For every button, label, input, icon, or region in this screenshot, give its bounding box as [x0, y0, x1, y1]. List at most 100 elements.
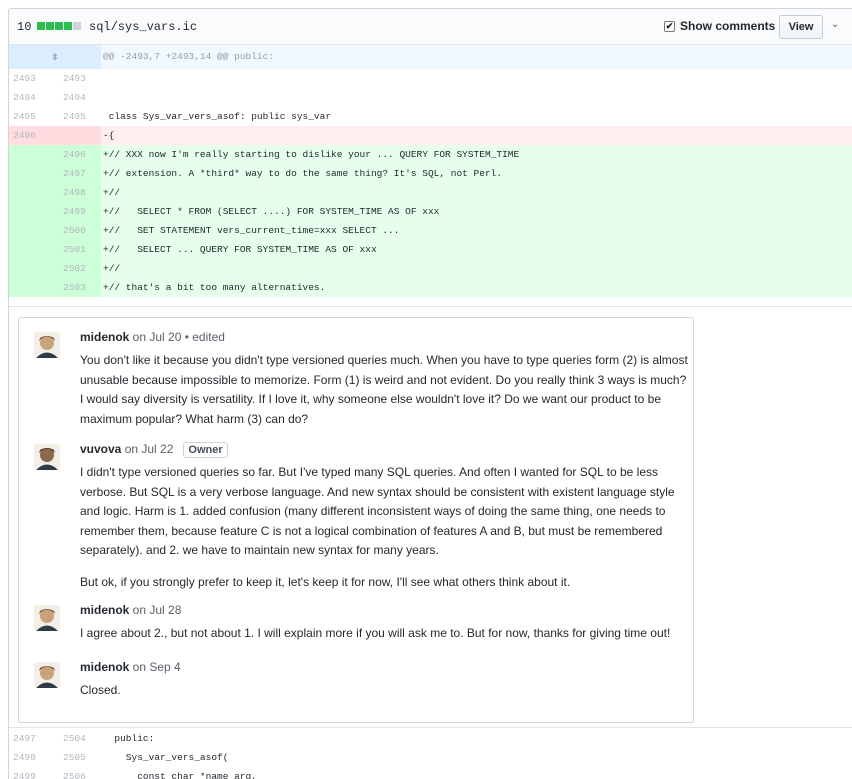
hunk-header-row: ⇳ @@ -2493,7 +2493,14 @@ public: — [9, 45, 852, 69]
old-line-number[interactable]: 2494 — [9, 88, 55, 107]
code-text: +// — [103, 263, 121, 274]
new-line-number[interactable]: 2493 — [55, 69, 101, 88]
code-text: +// SELECT * FROM (SELECT ....) FOR SYST… — [103, 206, 440, 217]
new-line-number[interactable]: 2496 — [55, 145, 101, 164]
comment-timestamp[interactable]: on Jul 20 • edited — [129, 330, 225, 344]
comment-author-link[interactable]: midenok — [80, 330, 129, 344]
view-file-button[interactable]: View — [779, 15, 823, 39]
old-line-number[interactable]: 2498 — [9, 748, 55, 767]
old-line-number[interactable] — [9, 259, 55, 278]
avatar[interactable] — [34, 662, 60, 688]
code-text: +// that's a bit too many alternatives. — [103, 282, 326, 293]
comment-body: Closed. — [80, 681, 690, 701]
diffstat-count: 10 — [17, 20, 32, 34]
diff-line: 2498 2505 Sys_var_vers_asof( — [9, 748, 852, 767]
diff-line: 2497 +// extension. A *third* way to do t… — [9, 164, 852, 183]
comment-paragraph: But ok, if you strongly prefer to keep i… — [80, 574, 571, 589]
old-line-number[interactable] — [9, 145, 55, 164]
show-comments-checkbox[interactable]: ✔ — [664, 20, 675, 32]
code-text: +// extension. A *third* way to do the s… — [103, 168, 503, 179]
new-line-number[interactable]: 2501 — [55, 240, 101, 259]
new-line-number[interactable]: 2499 — [55, 202, 101, 221]
diffstat-block — [46, 22, 54, 30]
old-line-number[interactable]: 2496 — [9, 126, 101, 145]
new-line-number[interactable]: 2506 — [55, 767, 101, 779]
comment-header: vuvova on Jul 22 Owner — [80, 442, 228, 458]
diff-line: 2503 +// that's a bit too many alternativ… — [9, 278, 852, 297]
show-comments-toggle[interactable]: ✔ Show comments — [664, 19, 775, 33]
new-line-number[interactable]: 2495 — [55, 107, 101, 126]
old-line-number[interactable] — [9, 240, 55, 259]
diffstat-block — [37, 22, 45, 30]
old-line-number[interactable] — [9, 183, 55, 202]
new-line-number[interactable]: 2500 — [55, 221, 101, 240]
comment-timestamp[interactable]: on Jul 28 — [129, 603, 182, 617]
comment-body: You don't like it because you didn't typ… — [80, 351, 690, 429]
diff-line: 2499 +// SELECT * FROM (SELECT ....) FOR … — [9, 202, 852, 221]
code-text: Sys_var_vers_asof( — [103, 752, 229, 763]
comment-header: midenok on Jul 28 — [80, 603, 181, 617]
code-text: +// XXX now I'm really starting to disli… — [103, 149, 520, 160]
comment-paragraph: Closed. — [80, 683, 121, 697]
old-line-number[interactable] — [9, 278, 55, 297]
diffstat-blocks — [37, 22, 81, 30]
owner-badge: Owner — [183, 442, 228, 458]
show-comments-label: Show comments — [680, 19, 776, 33]
new-line-number[interactable]: 2503 — [55, 278, 101, 297]
avatar[interactable] — [34, 444, 60, 470]
old-line-number[interactable]: 2497 — [9, 729, 55, 748]
comment-header: midenok on Sep 4 — [80, 660, 181, 674]
comment-body: I didn't type versioned queries so far. … — [80, 463, 690, 592]
avatar[interactable] — [34, 605, 60, 631]
code-text: public: — [103, 733, 155, 744]
new-line-number[interactable]: 2505 — [55, 748, 101, 767]
diff-line: 2502 +// — [9, 259, 852, 278]
comment-paragraph: I agree about 2., but not about 1. I wil… — [80, 626, 671, 640]
diffstat-block — [64, 22, 72, 30]
old-line-number[interactable] — [9, 221, 55, 240]
file-path-link[interactable]: sql/sys_vars.ic — [89, 20, 197, 34]
code-text: const char *name_arg, — [103, 771, 257, 779]
diff-file: 10 sql/sys_vars.ic ✔ Show comments View … — [8, 8, 852, 779]
expand-icon[interactable]: ⇳ — [9, 45, 101, 69]
diff-line: 2501 +// SELECT ... QUERY FOR SYSTEM_TIME… — [9, 240, 852, 259]
old-line-number[interactable]: 2495 — [9, 107, 55, 126]
comment-paragraph: I didn't type versioned queries so far. … — [80, 465, 675, 557]
code-text: +// SET STATEMENT vers_current_time=xxx … — [103, 225, 400, 236]
comment-header: midenok on Jul 20 • edited — [80, 330, 225, 344]
comment-author-link[interactable]: midenok — [80, 603, 129, 617]
diff-line: 2500 +// SET STATEMENT vers_current_time=… — [9, 221, 852, 240]
diffstat-block — [55, 22, 63, 30]
new-line-number[interactable]: 2498 — [55, 183, 101, 202]
old-line-number[interactable]: 2493 — [9, 69, 55, 88]
file-header: 10 sql/sys_vars.ic ✔ Show comments View … — [9, 9, 852, 45]
diff-line: 2493 2493 — [9, 69, 852, 88]
diff-line: 2494 2494 — [9, 88, 852, 107]
new-line-number[interactable]: 2504 — [55, 729, 101, 748]
comment-author-link[interactable]: midenok — [80, 660, 129, 674]
old-line-number[interactable] — [9, 164, 55, 183]
comment-author-link[interactable]: vuvova — [80, 442, 121, 456]
new-line-number[interactable]: 2497 — [55, 164, 101, 183]
code-text: -{ — [103, 130, 115, 141]
diff-line: 2495 2495 class Sys_var_vers_asof: public… — [9, 107, 852, 126]
new-line-number[interactable]: 2494 — [55, 88, 101, 107]
chevron-down-icon[interactable]: ⌄ — [831, 19, 839, 30]
diff-line: 2497 2504 public: — [9, 729, 852, 748]
comment-paragraph: You don't like it because you didn't typ… — [80, 353, 688, 426]
comment-thread: midenok on Jul 20 • edited You don't like… — [18, 317, 694, 723]
old-line-number[interactable]: 2499 — [9, 767, 55, 779]
avatar[interactable] — [34, 332, 60, 358]
deleted-line: 2496 -{ — [9, 126, 852, 145]
diff-line: 2499 2506 const char *name_arg, — [9, 767, 852, 779]
new-line-number[interactable]: 2502 — [55, 259, 101, 278]
code-text: class Sys_var_vers_asof: public sys_var — [103, 111, 332, 122]
comment-timestamp[interactable]: on Jul 22 — [121, 442, 174, 456]
diffstat-block — [73, 22, 81, 30]
old-line-number[interactable] — [9, 202, 55, 221]
code-text: +// — [103, 187, 121, 198]
code-text: +// SELECT ... QUERY FOR SYSTEM_TIME AS … — [103, 244, 377, 255]
diff-line: 2496 +// XXX now I'm really starting to d… — [9, 145, 852, 164]
comment-timestamp[interactable]: on Sep 4 — [129, 660, 181, 674]
inline-comment-thread-row: midenok on Jul 20 • edited You don't like… — [9, 306, 852, 728]
